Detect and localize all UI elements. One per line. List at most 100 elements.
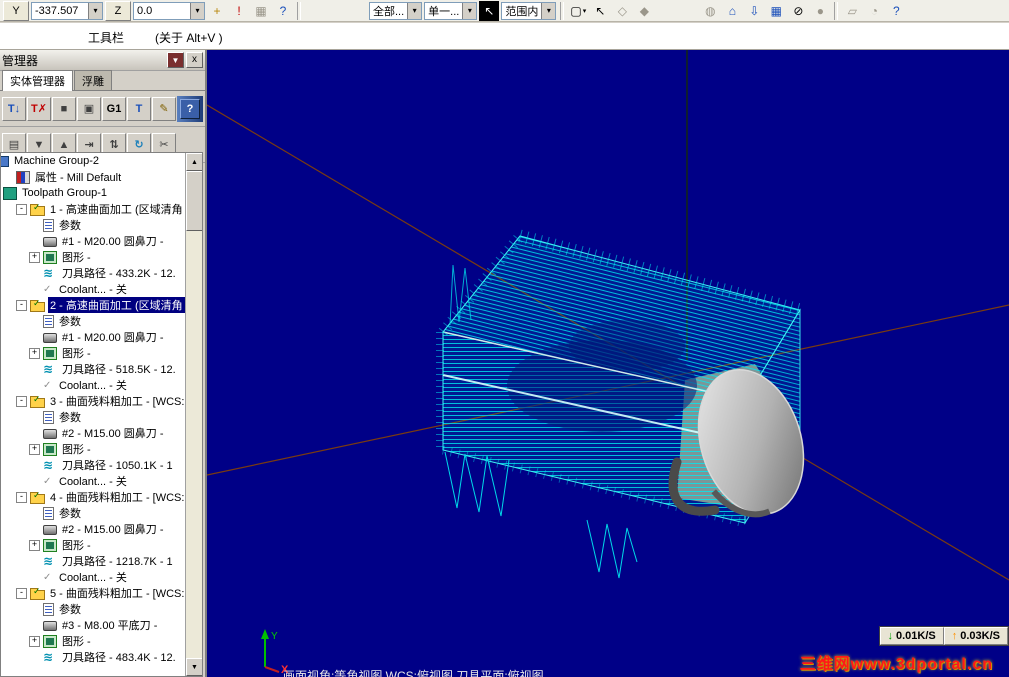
tree-item[interactable]: 参数 [1,601,186,617]
tree-item[interactable]: 属性 - Mill Default [1,169,186,185]
tree-item[interactable]: - 5 - 曲面残料粗加工 - [WCS: [1,585,186,601]
tree-item[interactable]: ✓ Coolant... - 关 [1,281,186,297]
selection-cursor-icon[interactable]: ↖ [479,0,500,21]
tree-item[interactable]: 参数 [1,313,186,329]
tree-item[interactable]: 参数 [1,409,186,425]
scrollbar-thumb[interactable] [186,171,202,231]
pointer-select-icon[interactable]: ↖ [590,1,610,21]
solid-select-icon[interactable]: ◆ [634,1,654,21]
deselect-operations-icon[interactable]: T✗ [27,96,51,121]
regenerate-selected-icon[interactable]: ▣ [77,96,101,121]
tree-item[interactable]: ✓ Coolant... - 关 [1,377,186,393]
expand-toggle-icon[interactable]: - [16,299,27,311]
coolant-icon: ✓ [43,283,52,295]
tree-item[interactable]: - 2 - 高速曲面加工 (区域清角 [1,297,186,313]
operations-toolbar-1: T↓ T✗ ■ ▣ G1 T ✎ ? [0,91,205,127]
expand-toggle-icon[interactable]: + [29,443,40,455]
tree-item[interactable]: ≋ 刀具路径 - 518.5K - 12. [1,361,186,377]
select-single-combo[interactable]: 单一... ▾ [424,1,478,20]
tab-relief[interactable]: 浮雕 [74,70,112,90]
tree-item[interactable]: + 图形 - [1,345,186,361]
tree-item[interactable]: + 图形 - [1,633,186,649]
manager-help-icon[interactable]: ? [180,98,200,119]
panel-close-icon[interactable]: x [186,52,203,68]
y-coordinate-field[interactable]: -337.507 ▾ [31,1,103,20]
expand-toggle-icon[interactable]: - [16,203,27,215]
fast-point-icon[interactable]: + [207,1,227,21]
panel-dropdown-icon[interactable]: ▼ [167,52,184,68]
tree-item-label: 参数 [59,604,81,616]
hide-entities-icon[interactable]: ⊘ [788,1,808,21]
down-speed-indicator: ↓ 0.01K/S [879,627,944,645]
scroll-up-icon[interactable]: ▲ [186,153,202,171]
expand-toggle-icon[interactable]: + [29,539,40,551]
tree-item[interactable]: #2 - M15.00 圆鼻刀 - [1,521,186,537]
expand-toggle-icon[interactable]: + [29,347,40,359]
tree-item[interactable]: + 图形 - [1,441,186,457]
z-coordinate-field[interactable]: 0.0 ▾ [133,1,205,20]
up-speed-indicator: ↑ 0.03K/S [943,627,1008,645]
grid-icon[interactable]: ▦ [251,1,271,21]
tab-solids-manager[interactable]: 实体管理器 [2,70,73,91]
polygon-select-icon[interactable]: ◇ [612,1,632,21]
gview-grid-icon[interactable]: ▦ [766,1,786,21]
tree-item[interactable]: ≋ 刀具路径 - 433.2K - 12. [1,265,186,281]
tree-item-label: 图形 - [62,252,91,264]
tree-item[interactable]: + 图形 - [1,249,186,265]
y-axis-button[interactable]: Y [3,0,29,21]
tree-item[interactable]: ≋ 刀具路径 - 483.4K - 12. [1,649,186,665]
expand-toggle-icon[interactable]: - [16,395,27,407]
select-all-operations-icon[interactable]: T↓ [2,96,26,121]
tool-icon [43,237,57,247]
tree-item[interactable]: #1 - M20.00 圆鼻刀 - [1,233,186,249]
tree-item[interactable]: ✓ Coolant... - 关 [1,569,186,585]
tree-item[interactable]: #3 - M8.00 平底刀 - [1,617,186,633]
zoom-target-icon[interactable]: ⇩ [744,1,764,21]
regenerate-all-icon[interactable]: ■ [52,96,76,121]
planes-icon[interactable]: ▱ [842,1,862,21]
expand-toggle-icon[interactable]: - [16,491,27,503]
expand-toggle-icon[interactable]: + [29,635,40,647]
geometry-icon [43,442,57,456]
tree-item-label: 图形 - [62,444,91,456]
tree-item-label: 1 - 高速曲面加工 (区域清角 [50,204,183,216]
panel-title-bar[interactable]: 管理器 ▼ x [0,50,205,71]
construction-mode-icon[interactable]: ! [229,1,249,21]
post-selected-icon[interactable]: G1 [102,96,126,121]
tree-item-label: 参数 [59,508,81,520]
help-icon[interactable]: ? [273,1,293,21]
graphics-viewport[interactable]: Y X 画面视角:等角视图 WCS:俯视图 刀具平面:俯视图 ↓ 0.01K/S ↑… [207,50,1009,677]
edit-operation-icon[interactable]: ✎ [152,96,176,121]
toolpath-config-icon[interactable]: T [127,96,151,121]
tree-item[interactable]: Machine Group-2 [1,153,186,169]
tree-item[interactable]: 参数 [1,217,186,233]
expand-toggle-icon[interactable]: + [29,251,40,263]
tree-item-label: 参数 [59,412,81,424]
rotate-view-icon[interactable]: ◔ [864,1,884,21]
z-axis-button[interactable]: Z [105,0,131,21]
window-select-icon[interactable]: ▢ ▾ [568,1,588,21]
blank-entity-icon[interactable]: ● [810,1,830,21]
tree-item[interactable]: 参数 [1,505,186,521]
select-range-combo[interactable]: 范围内 ▾ [501,1,557,20]
tree-item[interactable]: Toolpath Group-1 [1,185,186,201]
expand-toggle-icon[interactable]: - [16,587,27,599]
gview-home-icon[interactable]: ⌂ [722,1,742,21]
tree-item[interactable]: #1 - M20.00 圆鼻刀 - [1,329,186,345]
shading-icon[interactable]: ◍ [700,1,720,21]
tree-scrollbar[interactable]: ▲ ▼ [185,153,202,676]
scroll-down-icon[interactable]: ▼ [186,658,202,676]
tree-item[interactable]: ≋ 刀具路径 - 1218.7K - 1 [1,553,186,569]
tree-item[interactable]: - 3 - 曲面残料粗加工 - [WCS: [1,393,186,409]
path-icon: ≋ [43,457,54,472]
geometry-icon [43,250,57,264]
tree-item[interactable]: - 4 - 曲面残料粗加工 - [WCS: [1,489,186,505]
tree-item[interactable]: - 1 - 高速曲面加工 (区域清角 [1,201,186,217]
select-all-combo[interactable]: 全部... ▾ [369,1,423,20]
params-icon [43,506,54,520]
tree-item[interactable]: #2 - M15.00 圆鼻刀 - [1,425,186,441]
help-2-icon[interactable]: ? [886,1,906,21]
tree-item[interactable]: ≋ 刀具路径 - 1050.1K - 1 [1,457,186,473]
tree-item[interactable]: ✓ Coolant... - 关 [1,473,186,489]
tree-item[interactable]: + 图形 - [1,537,186,553]
